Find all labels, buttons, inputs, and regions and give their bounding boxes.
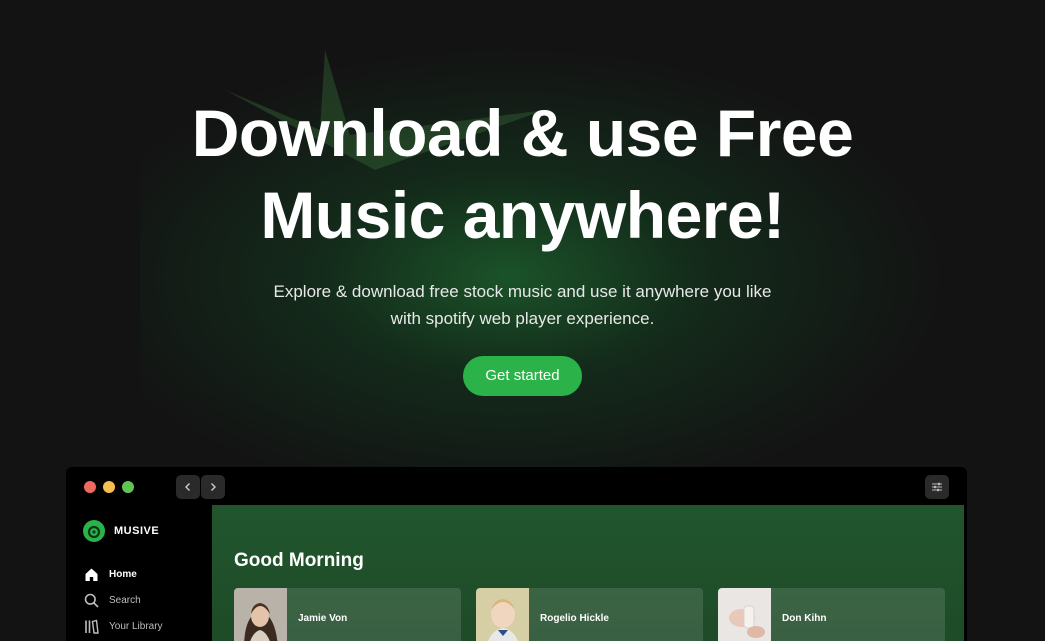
artist-photo bbox=[234, 588, 287, 641]
logo-icon bbox=[83, 520, 105, 542]
app-preview-window: MUSIVE Home Search Your Library Good Mor… bbox=[66, 467, 967, 641]
window-maximize-dot[interactable] bbox=[122, 481, 134, 493]
window-minimize-dot[interactable] bbox=[103, 481, 115, 493]
brand[interactable]: MUSIVE bbox=[83, 520, 159, 542]
hero-subtitle-line1: Explore & download free stock music and … bbox=[273, 282, 772, 301]
sliders-icon bbox=[932, 482, 942, 492]
sidebar-item-library[interactable]: Your Library bbox=[84, 619, 163, 634]
artist-name: Rogelio Hickle bbox=[540, 612, 609, 624]
sidebar-item-label: Search bbox=[109, 595, 141, 606]
sidebar-item-home[interactable]: Home bbox=[84, 567, 137, 582]
sidebar-item-label: Your Library bbox=[109, 621, 163, 632]
sidebar-item-label: Home bbox=[109, 569, 137, 580]
artist-photo bbox=[718, 588, 771, 641]
greeting-heading: Good Morning bbox=[234, 550, 364, 571]
sidebar-item-search[interactable]: Search bbox=[84, 593, 141, 608]
brand-name: MUSIVE bbox=[114, 525, 160, 537]
artist-photo bbox=[476, 588, 529, 641]
chevron-right-icon bbox=[211, 483, 216, 491]
home-icon bbox=[85, 568, 98, 581]
artist-card[interactable]: Jamie Von bbox=[234, 588, 461, 641]
forward-button[interactable] bbox=[201, 475, 225, 499]
artist-card[interactable]: Don Kihn bbox=[718, 588, 945, 641]
settings-button[interactable] bbox=[925, 475, 949, 499]
artist-name: Jamie Von bbox=[298, 612, 348, 624]
artist-name: Don Kihn bbox=[782, 612, 827, 624]
window-close-dot[interactable] bbox=[84, 481, 96, 493]
back-button[interactable] bbox=[176, 475, 200, 499]
hero-title: Download & use Free Music anywhere! bbox=[0, 92, 1045, 256]
search-icon bbox=[84, 593, 99, 608]
window-titlebar bbox=[66, 467, 967, 505]
main-content: Good Morning Jamie Von Rogelio Hickle Do… bbox=[212, 505, 964, 641]
chevron-left-icon bbox=[185, 483, 190, 491]
library-icon bbox=[85, 619, 99, 634]
get-started-button[interactable]: Get started bbox=[463, 356, 582, 396]
sidebar: MUSIVE Home Search Your Library bbox=[66, 505, 212, 641]
hero-title-line1: Download & use Free bbox=[191, 96, 854, 170]
artist-card[interactable]: Rogelio Hickle bbox=[476, 588, 703, 641]
hero-section: Download & use Free Music anywhere! Expl… bbox=[0, 92, 1045, 396]
hero-subtitle-line2: with spotify web player experience. bbox=[390, 309, 655, 328]
hero-title-line2: Music anywhere! bbox=[260, 178, 785, 252]
hero-subtitle: Explore & download free stock music and … bbox=[0, 278, 1045, 332]
